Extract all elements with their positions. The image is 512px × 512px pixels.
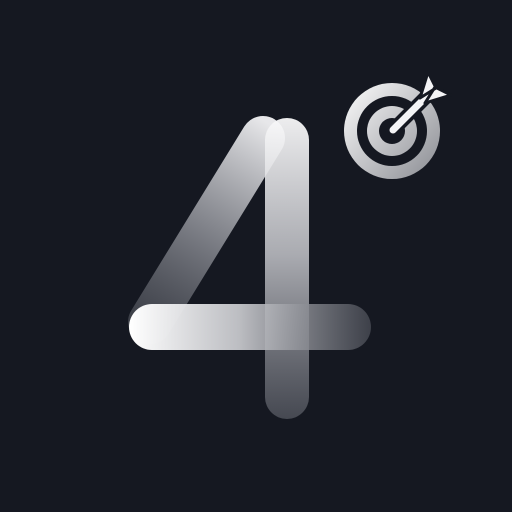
number-four-logo — [128, 116, 371, 419]
four-diagonal-stroke — [128, 116, 285, 344]
app-icon-artwork — [128, 70, 453, 419]
app-icon — [0, 0, 512, 512]
target-arrow-icon — [344, 70, 453, 179]
